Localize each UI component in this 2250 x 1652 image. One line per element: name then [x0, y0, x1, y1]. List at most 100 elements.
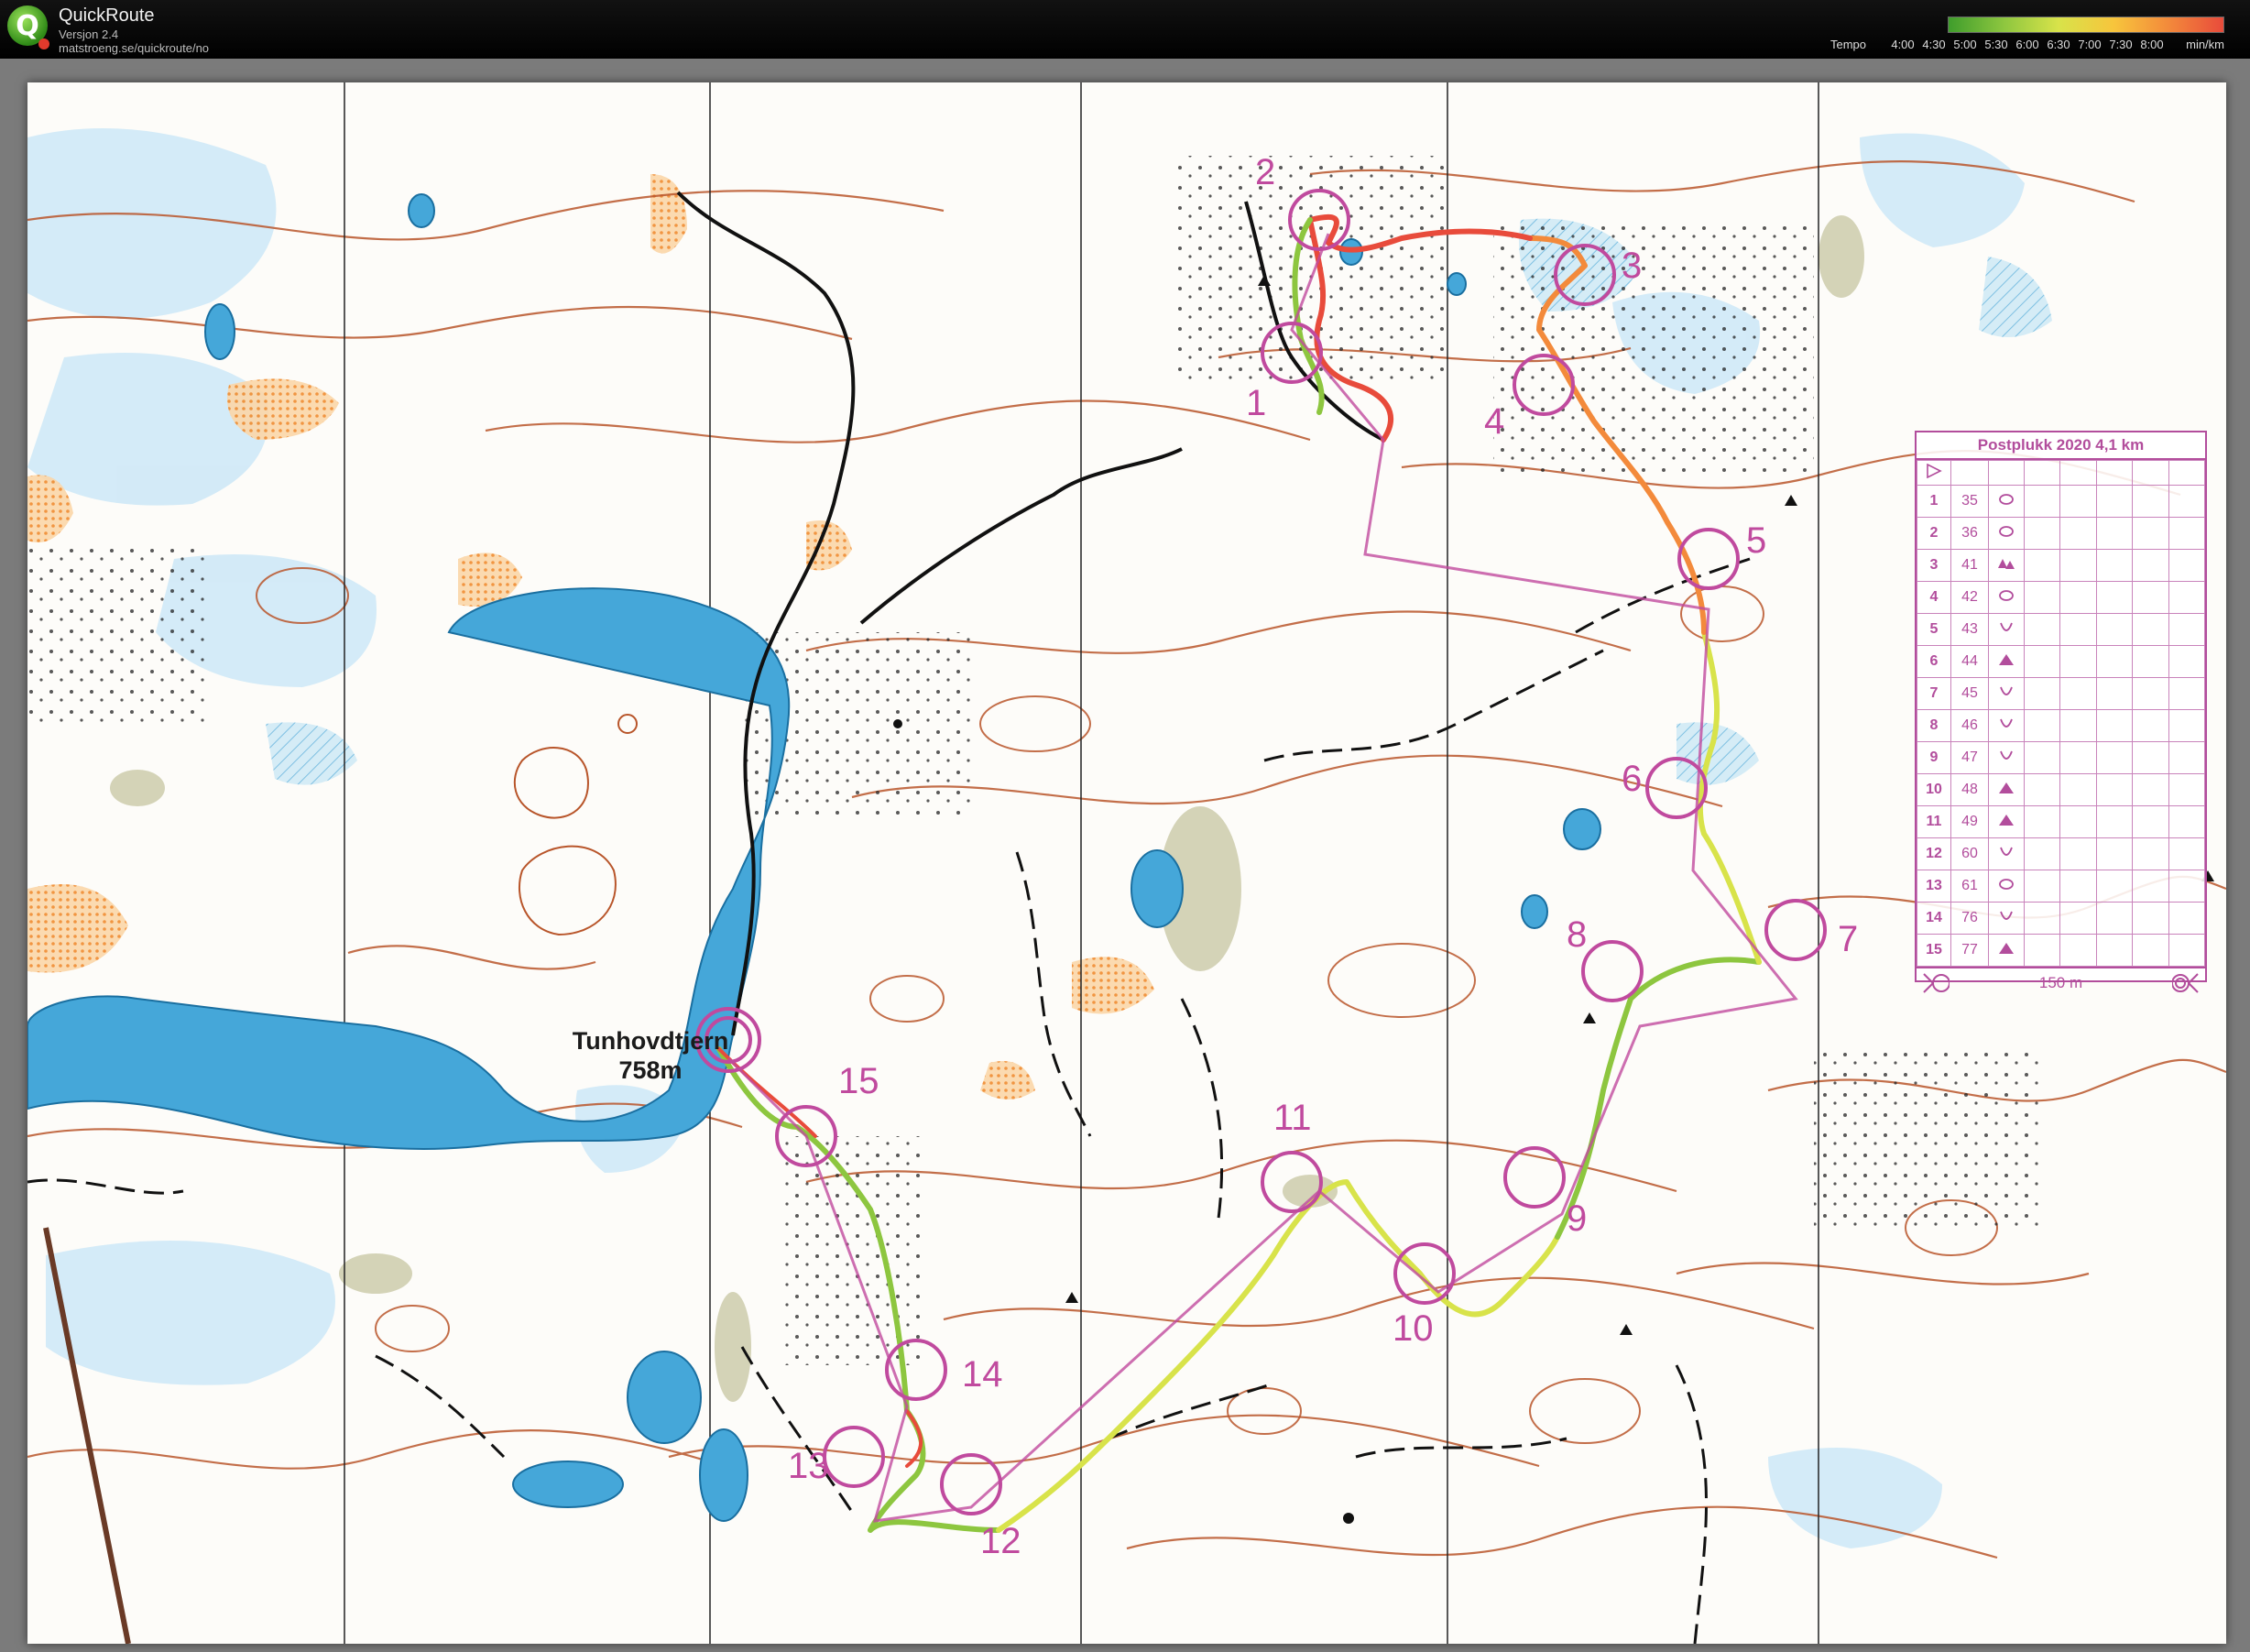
control-row-empty-cell: [2095, 613, 2134, 646]
control-row-empty-cell: [2095, 741, 2134, 774]
control-number-4: 4: [1484, 401, 1505, 442]
control-row-empty-cell: [2132, 613, 2169, 646]
control-row-number: 6: [1917, 645, 1951, 678]
knoll-icon: [1988, 581, 2025, 614]
control-row-empty-cell: [2168, 645, 2206, 678]
control-row: 13 61: [1917, 870, 2206, 903]
control-row-empty-cell: [2132, 902, 2169, 935]
control-row-code: 44: [1950, 645, 1989, 678]
control-number-6: 6: [1622, 759, 1643, 799]
control-number-9: 9: [1567, 1198, 1588, 1239]
control-row-empty-cell: [2059, 549, 2097, 582]
control-row-number: 15: [1917, 934, 1951, 967]
control-row-empty-cell: [2023, 805, 2061, 838]
control-row-empty-cell: [2023, 581, 2061, 614]
control-row: 8 46: [1917, 709, 2206, 742]
quickroute-logo-icon: Q: [7, 5, 49, 49]
boulder-field-icon: [1988, 549, 2025, 582]
control-row-empty-cell: [2132, 645, 2169, 678]
control-row-empty-cell: [2095, 870, 2134, 903]
control-row-number: 9: [1917, 741, 1951, 774]
control-row-empty-cell: [2059, 902, 2097, 935]
control-number-1: 1: [1246, 383, 1267, 423]
logo-letter: Q: [16, 9, 39, 42]
depression-icon: [1988, 613, 2025, 646]
control-row-empty-cell: [2023, 870, 2061, 903]
control-row-number: 13: [1917, 870, 1951, 903]
pace-legend: Tempo 4:00 4:30 5:00 5:30 6:00 6:30 7:00…: [1830, 16, 2224, 53]
app-url: matstroeng.se/quickroute/no: [59, 41, 210, 55]
control-row: 3 41: [1917, 549, 2206, 582]
control-row-number: 4: [1917, 581, 1951, 614]
finish-row: 150 m: [1917, 967, 2205, 998]
control-row-code: 41: [1950, 549, 1989, 582]
control-row-empty-cell: [2132, 934, 2169, 967]
control-row-empty-cell: [2059, 677, 2097, 710]
control-row-empty-cell: [2168, 613, 2206, 646]
control-row: 14 76: [1917, 902, 2206, 935]
start-row: [1917, 460, 2206, 486]
knoll-icon: [1988, 517, 2025, 550]
control-row: 1 35: [1917, 485, 2206, 518]
app-version: Versjon 2.4: [59, 27, 119, 41]
orienteering-map[interactable]: Tunhovdtjern 758m 1 2 3 4 5 6 7 8 9 10 1…: [27, 82, 2226, 1644]
pace-gradient-bar: [1948, 16, 2224, 33]
control-row: 7 45: [1917, 677, 2206, 710]
app-title: QuickRoute: [59, 5, 155, 26]
pace-tick: 5:00: [1953, 38, 1977, 51]
knoll-icon: [1988, 870, 2025, 903]
control-row-empty-cell: [2168, 934, 2206, 967]
control-row-empty-cell: [2168, 581, 2206, 614]
course-title: Postplukk 2020 4,1 km: [1917, 432, 2205, 460]
control-row-empty-cell: [2023, 837, 2061, 870]
control-row-empty-cell: [2095, 581, 2134, 614]
lake-name-label: Tunhovdtjern 758m: [541, 1026, 760, 1085]
control-row-code: 35: [1950, 485, 1989, 518]
control-row-code: 45: [1950, 677, 1989, 710]
control-row-number: 14: [1917, 902, 1951, 935]
control-row-code: 60: [1950, 837, 1989, 870]
control-row-number: 8: [1917, 709, 1951, 742]
control-row: 9 47: [1917, 741, 2206, 774]
knoll-icon: [1988, 485, 2025, 518]
control-row-empty-cell: [2168, 517, 2206, 550]
control-row: 12 60: [1917, 837, 2206, 870]
control-number-14: 14: [962, 1354, 1003, 1395]
control-number-11: 11: [1273, 1098, 1312, 1138]
pace-legend-label: Tempo: [1830, 38, 1867, 51]
control-row: 2 36: [1917, 517, 2206, 550]
lake-elevation: 758m: [618, 1056, 683, 1084]
pace-tick: 5:30: [1984, 38, 2008, 51]
control-row-empty-cell: [2095, 549, 2134, 582]
control-number-15: 15: [838, 1061, 879, 1101]
control-row-empty-cell: [2059, 645, 2097, 678]
control-row-code: 61: [1950, 870, 1989, 903]
depression-icon: [1988, 677, 2025, 710]
control-row-empty-cell: [2132, 581, 2169, 614]
control-row-empty-cell: [2132, 549, 2169, 582]
control-row-empty-cell: [2132, 805, 2169, 838]
control-row-empty-cell: [2059, 870, 2097, 903]
control-row-number: 12: [1917, 837, 1951, 870]
boulder-icon: [1988, 645, 2025, 678]
boulder-icon: [1988, 773, 2025, 806]
control-row-empty-cell: [2095, 517, 2134, 550]
control-row-empty-cell: [2168, 677, 2206, 710]
control-row-empty-cell: [2023, 741, 2061, 774]
control-row-empty-cell: [2023, 517, 2061, 550]
map-viewport[interactable]: Tunhovdtjern 758m 1 2 3 4 5 6 7 8 9 10 1…: [0, 59, 2250, 1652]
control-row-empty-cell: [2168, 837, 2206, 870]
control-row-empty-cell: [2168, 485, 2206, 518]
control-row-number: 3: [1917, 549, 1951, 582]
control-row-code: 47: [1950, 741, 1989, 774]
quickroute-window: Q QuickRoute Versjon 2.4 matstroeng.se/q…: [0, 0, 2250, 1652]
control-row-empty-cell: [2059, 613, 2097, 646]
control-row-empty-cell: [2059, 517, 2097, 550]
start-triangle-icon: [1917, 460, 1951, 486]
control-description-card: Postplukk 2020 4,1 km 1 35 2 36 3 41 4 42 5 43 6 44…: [1915, 431, 2207, 993]
control-row-number: 5: [1917, 613, 1951, 646]
control-number-13: 13: [788, 1446, 829, 1486]
control-row-empty-cell: [2168, 549, 2206, 582]
control-row: 11 49: [1917, 805, 2206, 838]
logo-dot: [38, 38, 49, 49]
